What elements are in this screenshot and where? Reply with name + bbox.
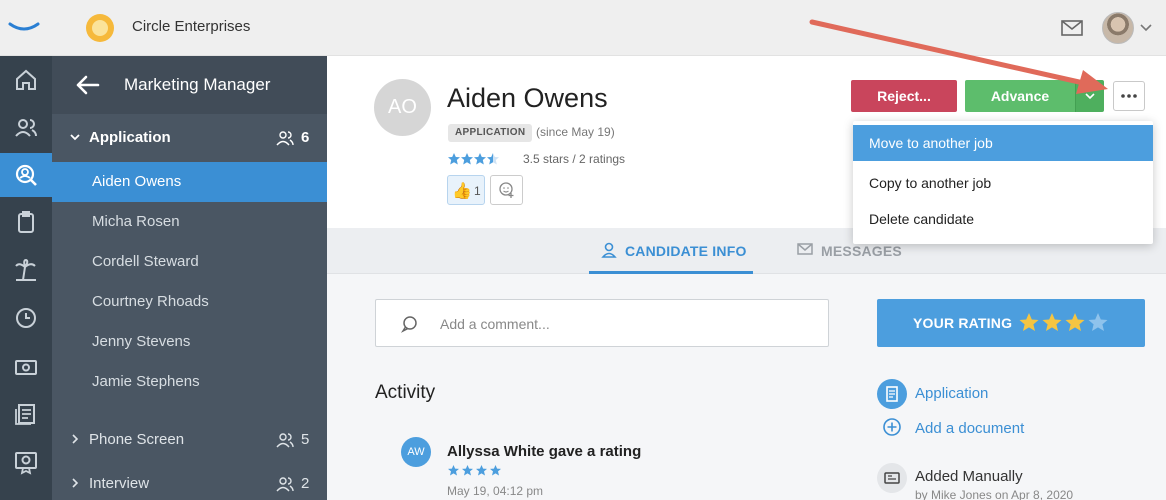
candidate-avatar: AO bbox=[374, 79, 431, 136]
your-rating-button[interactable]: YOUR RATING bbox=[877, 299, 1145, 347]
candidate-label: Jamie Stephens bbox=[92, 373, 200, 390]
chevron-down-icon[interactable] bbox=[1140, 24, 1152, 32]
people-icon[interactable] bbox=[0, 106, 52, 150]
company-name: Circle Enterprises bbox=[132, 18, 251, 35]
id-card-icon bbox=[877, 463, 907, 493]
candidate-item-micha-rosen[interactable]: Micha Rosen bbox=[52, 202, 327, 242]
stage-application[interactable]: Application 6 bbox=[52, 118, 327, 158]
activity-timestamp: May 19, 04:12 pm bbox=[447, 484, 544, 498]
advance-dropdown-button[interactable] bbox=[1075, 80, 1104, 112]
top-bar: Circle Enterprises bbox=[0, 0, 1166, 56]
tab-candidate-info[interactable]: CANDIDATE INFO bbox=[589, 228, 753, 274]
chevron-right-icon bbox=[72, 478, 79, 488]
plus-circle-icon bbox=[883, 418, 901, 436]
added-manually-info: Added Manually by Mike Jones on Apr 8, 2… bbox=[877, 463, 1157, 500]
badge-icon[interactable] bbox=[0, 440, 52, 484]
candidate-label: Micha Rosen bbox=[92, 213, 180, 230]
reaction-count: 1 bbox=[474, 184, 481, 198]
people-icon bbox=[276, 131, 294, 146]
stage-interview[interactable]: Interview 2 bbox=[52, 464, 327, 500]
people-icon bbox=[276, 433, 294, 448]
candidate-label: Courtney Rhoads bbox=[92, 293, 209, 310]
activity-item-title: Allyssa White gave a rating bbox=[447, 443, 642, 460]
candidate-item-jenny-stevens[interactable]: Jenny Stevens bbox=[52, 322, 327, 362]
comment-icon bbox=[400, 316, 417, 333]
reports-icon[interactable] bbox=[0, 392, 52, 436]
candidate-item-cordell-steward[interactable]: Cordell Steward bbox=[52, 242, 327, 282]
person-icon bbox=[601, 242, 617, 258]
status-badge: APPLICATION bbox=[448, 124, 533, 142]
avatar: AW bbox=[401, 437, 431, 467]
thumbs-up-reaction[interactable]: 👍 1 bbox=[447, 175, 485, 205]
stage-label: Interview bbox=[89, 475, 150, 492]
stage-count: 5 bbox=[301, 431, 310, 448]
icon-rail bbox=[0, 56, 52, 500]
candidate-label: Aiden Owens bbox=[92, 173, 182, 190]
back-arrow-icon[interactable] bbox=[74, 74, 100, 96]
added-by-label: by Mike Jones on Apr 8, 2020 bbox=[915, 488, 1074, 500]
clock-icon[interactable] bbox=[0, 296, 52, 340]
candidate-label: Cordell Steward bbox=[92, 253, 199, 270]
stage-count: 6 bbox=[301, 129, 310, 146]
app-logo-icon[interactable] bbox=[8, 18, 40, 34]
stage-label: Application bbox=[89, 129, 171, 146]
candidate-item-jamie-stephens[interactable]: Jamie Stephens bbox=[52, 362, 327, 402]
reject-button[interactable]: Reject... bbox=[851, 80, 957, 112]
job-sidebar: Marketing Manager Application 6 Aiden Ow… bbox=[52, 56, 327, 500]
add-document-label: Add a document bbox=[915, 420, 1025, 437]
document-icon bbox=[877, 379, 907, 409]
people-icon bbox=[276, 477, 294, 492]
add-emoji-icon bbox=[498, 182, 513, 198]
application-link[interactable]: Application bbox=[877, 379, 1077, 409]
more-options-button[interactable] bbox=[1113, 81, 1145, 111]
thumbs-up-icon: 👍 bbox=[452, 183, 472, 200]
more-options-menu: Move to another job Copy to another job … bbox=[853, 121, 1153, 244]
since-date: (since May 19) bbox=[536, 125, 615, 139]
job-title: Marketing Manager bbox=[124, 75, 271, 94]
sidebar-header: Marketing Manager bbox=[52, 56, 327, 114]
ellipsis-icon bbox=[1121, 94, 1137, 98]
rating-summary: 3.5 stars / 2 ratings bbox=[523, 152, 626, 166]
chevron-down-icon bbox=[1085, 93, 1095, 100]
application-link-label: Application bbox=[915, 385, 989, 402]
added-manually-label: Added Manually bbox=[915, 468, 1023, 485]
star-rating-icon[interactable] bbox=[447, 152, 511, 166]
money-icon[interactable] bbox=[0, 345, 52, 389]
user-avatar[interactable] bbox=[1102, 12, 1134, 44]
search-candidates-icon[interactable] bbox=[0, 153, 52, 197]
candidate-label: Jenny Stevens bbox=[92, 333, 191, 350]
comment-input[interactable]: Add a comment... bbox=[375, 299, 829, 347]
mail-icon bbox=[797, 243, 813, 255]
clipboard-icon[interactable] bbox=[0, 200, 52, 244]
advance-button[interactable]: Advance bbox=[965, 80, 1075, 112]
candidate-name: Aiden Owens bbox=[447, 83, 608, 113]
company-logo-icon bbox=[86, 14, 114, 42]
stage-phone-screen[interactable]: Phone Screen 5 bbox=[52, 420, 327, 460]
stage-label: Phone Screen bbox=[89, 431, 185, 448]
candidate-item-courtney-rhoads[interactable]: Courtney Rhoads bbox=[52, 282, 327, 322]
rating-stars-icon[interactable] bbox=[1018, 312, 1110, 334]
vacation-icon[interactable] bbox=[0, 248, 52, 292]
activity-stars-icon bbox=[448, 465, 501, 476]
add-reaction-button[interactable] bbox=[490, 175, 523, 205]
menu-item-move-to-another-job[interactable]: Move to another job bbox=[853, 125, 1153, 161]
chevron-right-icon bbox=[72, 434, 79, 444]
comment-placeholder: Add a comment... bbox=[440, 316, 550, 332]
menu-item-copy-to-another-job[interactable]: Copy to another job bbox=[853, 165, 1153, 201]
tab-label: CANDIDATE INFO bbox=[625, 243, 747, 259]
add-document-link[interactable]: Add a document bbox=[877, 414, 1077, 444]
menu-item-delete-candidate[interactable]: Delete candidate bbox=[853, 201, 1153, 237]
tab-label: MESSAGES bbox=[821, 243, 902, 259]
your-rating-label: YOUR RATING bbox=[913, 315, 1013, 331]
stage-count: 2 bbox=[301, 475, 310, 492]
home-icon[interactable] bbox=[0, 58, 52, 102]
chevron-down-icon bbox=[70, 134, 80, 141]
candidate-item-aiden-owens[interactable]: Aiden Owens bbox=[52, 162, 327, 202]
mail-icon[interactable] bbox=[1060, 18, 1084, 38]
activity-heading: Activity bbox=[375, 382, 436, 403]
